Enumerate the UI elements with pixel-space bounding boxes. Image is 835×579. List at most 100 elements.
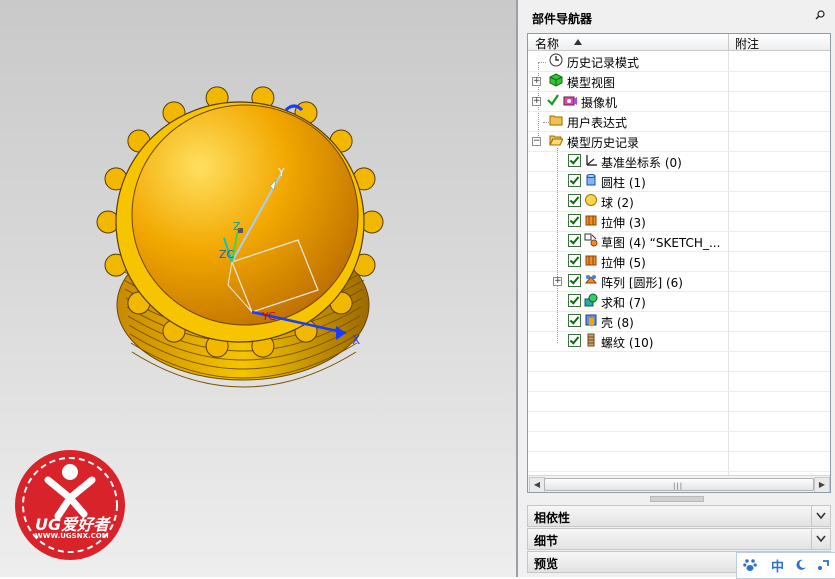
- tree-row[interactable]: − 模型历史记录: [528, 131, 830, 152]
- tree-row[interactable]: + 阵列 [圆形] (6): [528, 271, 830, 292]
- column-divider[interactable]: [728, 34, 729, 50]
- visibility-checkbox[interactable]: [568, 334, 581, 347]
- section-details[interactable]: 细节: [527, 528, 831, 550]
- tree-row[interactable]: 拉伸 (5): [528, 251, 830, 272]
- visibility-checkbox[interactable]: [568, 154, 581, 167]
- panel-splitter-handle[interactable]: [650, 496, 704, 502]
- tree-row[interactable]: 求和 (7): [528, 291, 830, 312]
- open-folder-icon: [549, 135, 563, 146]
- expand-toggle[interactable]: +: [532, 97, 541, 106]
- part-navigator-tree[interactable]: 名称 附注 历史记录模式 + 模型视图 + 摄像机 用户表达式 − 模型历史记录…: [527, 33, 831, 493]
- axis-label-x: X: [352, 333, 360, 347]
- camera-icon: [563, 96, 577, 106]
- tree-item-label: 模型历史记录: [567, 136, 640, 150]
- visibility-checkbox[interactable]: [568, 194, 581, 207]
- ugsnx-logo: [15, 450, 125, 560]
- empty-tree-row: [528, 431, 830, 452]
- cylinder-icon: [586, 174, 596, 186]
- clock-icon: [549, 53, 563, 67]
- chevron-down-icon[interactable]: [811, 506, 830, 526]
- tree-item-label: 草图 (4) “SKETCH_...: [601, 236, 721, 250]
- tree-row[interactable]: 草图 (4) “SKETCH_...: [528, 231, 830, 252]
- checkmark-icon: [547, 94, 559, 106]
- tree-row[interactable]: + 摄像机: [528, 91, 830, 112]
- tree-item-label: 求和 (7): [601, 296, 646, 310]
- chevron-down-icon[interactable]: [811, 529, 830, 549]
- datum-csys-icon: [586, 155, 597, 166]
- dome-sphere: [131, 104, 359, 326]
- axis-label-z: Z: [233, 220, 241, 233]
- section-title: 预览: [534, 557, 559, 571]
- extrude-icon: [585, 255, 597, 266]
- expand-toggle[interactable]: +: [532, 77, 541, 86]
- tree-row[interactable]: + 模型视图: [528, 71, 830, 92]
- section-title: 相依性: [534, 511, 571, 525]
- tree-item-label: 球 (2): [601, 196, 634, 210]
- visibility-checkbox[interactable]: [568, 214, 581, 227]
- scrollbar-thumb[interactable]: |||: [544, 478, 814, 491]
- pattern-icon: [584, 275, 598, 284]
- unite-icon: [584, 293, 598, 307]
- axis-label-zc: ZC: [219, 248, 235, 261]
- ime-toolbar[interactable]: 中: [736, 552, 835, 579]
- tree-item-label: 阵列 [圆形] (6): [601, 276, 683, 290]
- tree-row[interactable]: 用户表达式: [528, 111, 830, 132]
- tree-item-label: 用户表达式: [567, 116, 628, 130]
- visibility-checkbox[interactable]: [568, 174, 581, 187]
- half-moon-icon[interactable]: [795, 559, 807, 571]
- tree-row[interactable]: 壳 (8): [528, 311, 830, 332]
- horizontal-scrollbar[interactable]: ◀ ||| ▶: [528, 475, 830, 492]
- column-header-name[interactable]: 名称: [535, 35, 559, 52]
- sort-ascending-icon: [574, 39, 582, 45]
- empty-tree-row: [528, 391, 830, 412]
- tree-item-label: 螺纹 (10): [601, 336, 654, 350]
- folder-icon: [549, 115, 563, 126]
- section-dependencies[interactable]: 相依性: [527, 505, 831, 527]
- thread-icon: [587, 333, 595, 347]
- empty-tree-row: [528, 351, 830, 372]
- part-navigator-panel: 部件导航器 名称 附注 历史记录模式 + 模型视图 + 摄像机 用户表达式 − …: [518, 0, 835, 577]
- expand-toggle[interactable]: +: [553, 277, 562, 286]
- tree-item-label: 壳 (8): [601, 316, 634, 330]
- graphics-viewport[interactable]: Y Z ZC YC X UG爱好者 WWW.UGSNX.COM: [0, 0, 516, 577]
- tree-header: 名称 附注: [528, 34, 830, 51]
- model-canvas[interactable]: Y Z ZC YC X: [0, 0, 516, 577]
- tree-item-label: 拉伸 (3): [601, 216, 646, 230]
- tree-row[interactable]: 球 (2): [528, 191, 830, 212]
- empty-tree-row: [528, 411, 830, 432]
- collapse-toggle[interactable]: −: [532, 137, 541, 146]
- tree-item-label: 拉伸 (5): [601, 256, 646, 270]
- pin-icon[interactable]: [815, 10, 825, 20]
- tree-row[interactable]: 拉伸 (3): [528, 211, 830, 232]
- tree-row[interactable]: 螺纹 (10): [528, 331, 830, 352]
- part-navigator-title: 部件导航器: [532, 12, 593, 26]
- model-view-icon: [549, 73, 563, 87]
- tree-item-label: 基准坐标系 (0): [601, 156, 682, 170]
- visibility-checkbox[interactable]: [568, 234, 581, 247]
- visibility-checkbox[interactable]: [568, 274, 581, 287]
- axis-label-y: Y: [277, 166, 285, 179]
- axis-label-yc: YC: [261, 310, 276, 323]
- empty-tree-row: [528, 451, 830, 472]
- sphere-icon: [585, 194, 597, 206]
- sketch-icon: [584, 233, 598, 247]
- section-title: 细节: [534, 534, 559, 548]
- tree-item-label: 摄像机: [581, 96, 618, 110]
- logo-url: WWW.UGSNX.COM: [35, 532, 109, 540]
- punctuation-icon[interactable]: [817, 559, 829, 571]
- scroll-right-icon[interactable]: ▶: [814, 477, 830, 492]
- tree-item-label: 模型视图: [567, 76, 616, 90]
- visibility-checkbox[interactable]: [568, 294, 581, 307]
- tree-row[interactable]: 圆柱 (1): [528, 171, 830, 192]
- ime-mode-label[interactable]: 中: [771, 556, 784, 575]
- visibility-checkbox[interactable]: [568, 314, 581, 327]
- extrude-icon: [585, 215, 597, 226]
- empty-tree-row: [528, 371, 830, 392]
- scroll-left-icon[interactable]: ◀: [529, 477, 545, 492]
- column-header-note[interactable]: 附注: [735, 35, 759, 52]
- paw-icon[interactable]: [743, 558, 757, 572]
- visibility-checkbox[interactable]: [568, 254, 581, 267]
- tree-row[interactable]: 基准坐标系 (0): [528, 151, 830, 172]
- tree-row[interactable]: 历史记录模式: [528, 51, 830, 72]
- tree-item-label: 历史记录模式: [567, 56, 640, 70]
